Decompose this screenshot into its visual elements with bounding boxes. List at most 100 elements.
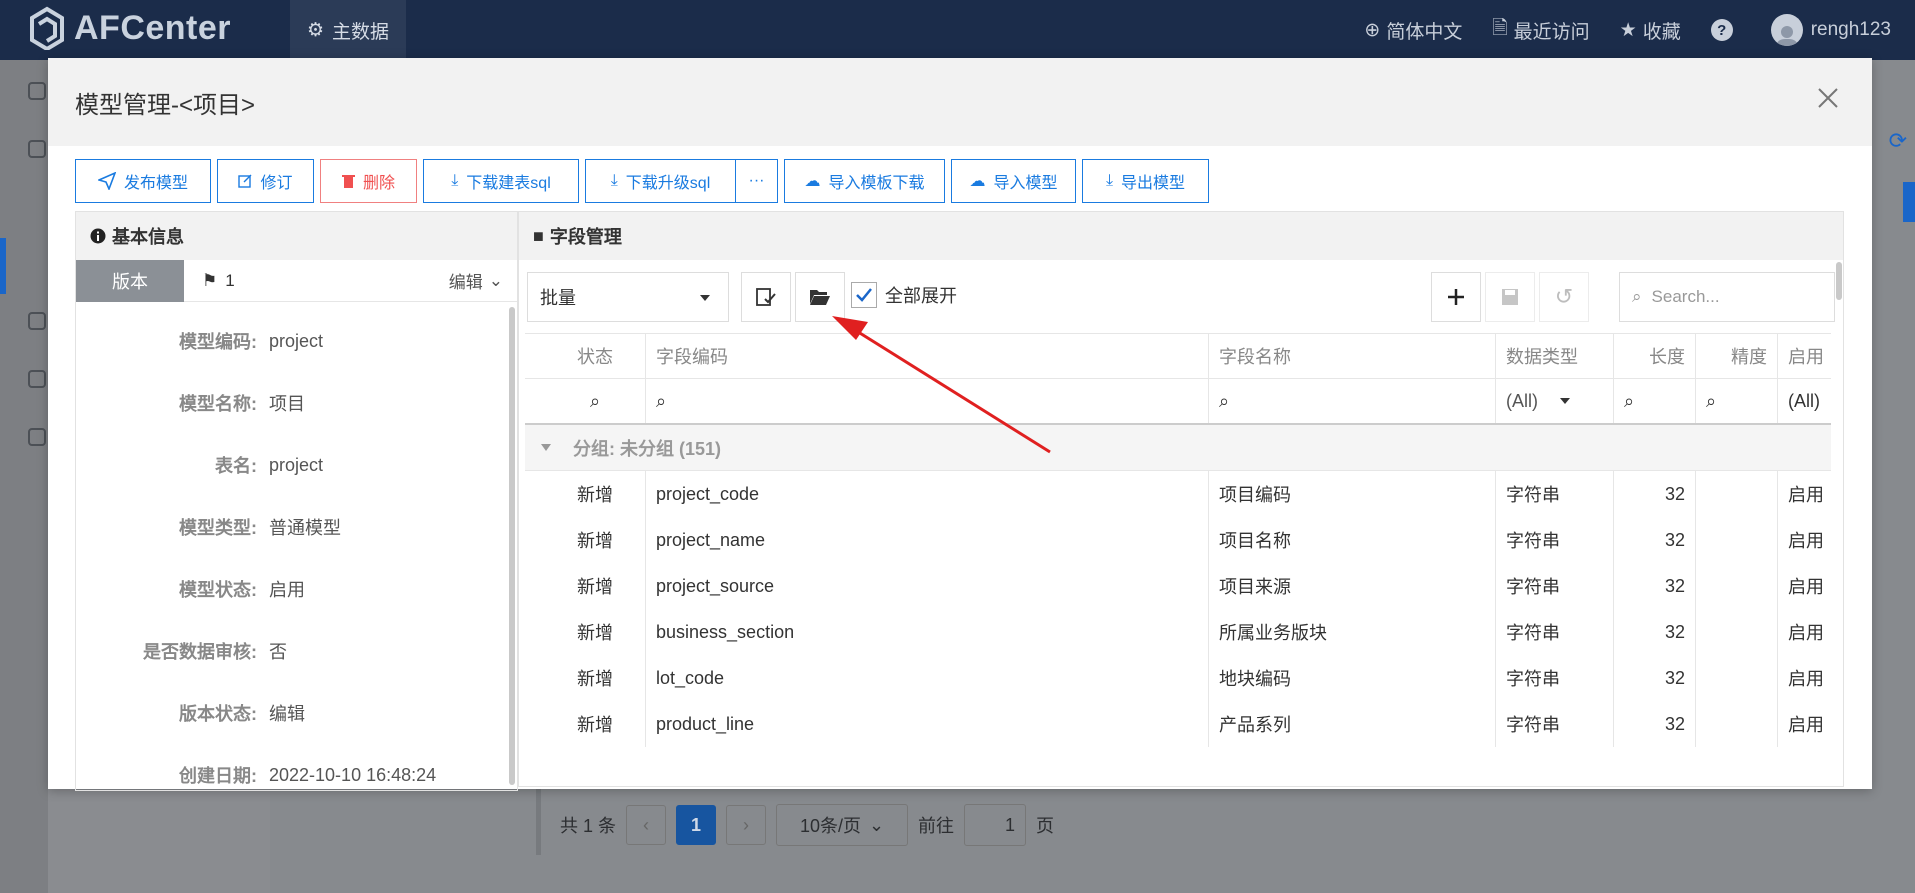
cell-enabled: 启用 bbox=[1788, 623, 1824, 643]
add-field-button[interactable] bbox=[1431, 272, 1481, 322]
cell-code: project_source bbox=[646, 563, 1209, 609]
table-row[interactable]: 新增 project_source 项目来源 字符串 32 启用 bbox=[525, 563, 1831, 609]
info-label: 是否数据审核: bbox=[143, 642, 257, 662]
filter-length[interactable]: ⌕ bbox=[1614, 379, 1696, 423]
export-model-button[interactable]: ⤓ 导出模型 bbox=[1082, 159, 1209, 203]
import-model-label: 导入模型 bbox=[993, 175, 1058, 192]
undo-button[interactable]: ↺ bbox=[1539, 272, 1589, 322]
cell-status: 新增 bbox=[525, 563, 646, 609]
revise-button[interactable]: 修订 bbox=[217, 159, 314, 203]
pager-current-page[interactable]: 1 bbox=[676, 805, 717, 845]
info-row: 是否数据审核: 否 bbox=[76, 620, 517, 682]
cloud-upload-icon: ☁ bbox=[969, 173, 986, 190]
collapse-triangle-icon[interactable] bbox=[541, 444, 551, 451]
refresh-icon[interactable]: ⟳ bbox=[1889, 128, 1907, 154]
database-icon bbox=[28, 140, 46, 158]
cloud-download-icon: ☁ bbox=[804, 173, 821, 190]
check-list-button[interactable] bbox=[741, 272, 791, 322]
open-folder-button[interactable] bbox=[795, 272, 845, 322]
download-create-sql-button[interactable]: ⤓ 下载建表sql bbox=[423, 159, 579, 203]
info-value: 项目 bbox=[269, 394, 305, 414]
batch-select[interactable]: 批量 bbox=[527, 272, 729, 322]
page-size-select[interactable]: 10条/页 ⌄ bbox=[776, 804, 909, 846]
chevron-down-icon: ⌄ bbox=[488, 270, 503, 290]
filter-enabled-select[interactable]: (All) bbox=[1778, 379, 1831, 423]
filter-precision[interactable]: ⌕ bbox=[1696, 379, 1778, 423]
goto-page-input[interactable]: 1 bbox=[964, 804, 1027, 846]
shield-icon bbox=[28, 312, 46, 330]
download-icon: ⤓ bbox=[1105, 172, 1114, 189]
field-management-panel: ■ 字段管理 批量 全部展开 ↺ ⌕ Search... 状态 字段编码 字段名… bbox=[518, 211, 1844, 787]
filter-type-select[interactable]: (All) bbox=[1496, 379, 1614, 423]
more-button[interactable]: ··· bbox=[736, 159, 778, 203]
table-row[interactable]: 新增 lot_code 地块编码 字符串 32 启用 bbox=[525, 655, 1831, 701]
table-row[interactable]: 新增 project_code 项目编码 字符串 32 启用 bbox=[525, 471, 1831, 517]
folder-open-icon bbox=[810, 290, 830, 305]
favorites-label: 收藏 bbox=[1642, 21, 1681, 43]
nav-tab-master-data[interactable]: ⚙ 主数据 bbox=[290, 0, 406, 60]
table-row[interactable]: 新增 project_name 项目名称 字符串 32 启用 bbox=[525, 517, 1831, 563]
publish-model-button[interactable]: 发布模型 bbox=[75, 159, 211, 203]
version-edit-dropdown[interactable]: 编辑 ⌄ bbox=[449, 268, 503, 293]
delete-button[interactable]: 删除 bbox=[320, 159, 417, 203]
help-icon[interactable]: ? bbox=[1710, 19, 1733, 41]
table-row[interactable]: 新增 business_section 所属业务版块 字符串 32 启用 bbox=[525, 609, 1831, 655]
left-scrollbar[interactable] bbox=[509, 307, 515, 785]
app-logo[interactable]: AFCenter bbox=[28, 6, 231, 50]
background-divider bbox=[536, 780, 541, 855]
save-button[interactable] bbox=[1485, 272, 1535, 322]
basic-info-header: 基本信息 bbox=[76, 212, 517, 260]
download-icon: ⤓ bbox=[610, 172, 618, 189]
background-pagination: 共 1 条 ‹ 1 › 10条/页 ⌄ 前往 1 页 bbox=[560, 800, 1054, 850]
column-header-name[interactable]: 字段名称 bbox=[1209, 334, 1496, 378]
version-tab[interactable]: 版本 bbox=[76, 259, 184, 302]
download-upgrade-sql-button[interactable]: ⤓ 下载升级sql bbox=[585, 159, 736, 203]
search-icon: ⌕ bbox=[1219, 390, 1230, 411]
username[interactable]: rengh123 bbox=[1811, 19, 1891, 41]
info-value: project bbox=[269, 454, 324, 475]
filter-code[interactable]: ⌕ bbox=[646, 379, 1209, 423]
filter-name[interactable]: ⌕ bbox=[1209, 379, 1496, 423]
column-header-length[interactable]: 长度 bbox=[1614, 334, 1696, 378]
info-label: 模型类型: bbox=[179, 518, 257, 538]
app-name: AFCenter bbox=[74, 8, 232, 47]
filter-type-value: (All) bbox=[1506, 390, 1538, 411]
pager-next-button[interactable]: › bbox=[726, 805, 767, 845]
recent-visits[interactable]: 🗎 最近访问 bbox=[1492, 14, 1589, 46]
sliders-icon: ⚙ bbox=[306, 19, 325, 41]
import-model-button[interactable]: ☁ 导入模型 bbox=[951, 159, 1076, 203]
pager-prev-button[interactable]: ‹ bbox=[626, 805, 667, 845]
right-scrollbar[interactable] bbox=[1836, 262, 1842, 300]
field-search-input[interactable]: ⌕ Search... bbox=[1619, 272, 1835, 322]
group-row[interactable]: 分组: 未分组 (151) bbox=[525, 425, 1831, 471]
field-toolbar: 批量 全部展开 ↺ ⌕ Search... bbox=[527, 272, 1835, 322]
language-switch[interactable]: ⊕ 简体中文 bbox=[1364, 17, 1462, 44]
column-header-code[interactable]: 字段编码 bbox=[646, 334, 1209, 378]
cell-precision bbox=[1696, 609, 1778, 655]
column-header-precision[interactable]: 精度 bbox=[1696, 334, 1778, 378]
cell-name: 地块编码 bbox=[1209, 655, 1496, 701]
table-row[interactable]: 新增 product_line 产品系列 字符串 32 启用 bbox=[525, 701, 1831, 747]
basic-info-fields: 模型编码: project 模型名称: 项目 表名: project 模型类型: 普通模… bbox=[76, 302, 517, 790]
dialog-header: 模型管理-<项目> bbox=[48, 58, 1872, 146]
chevron-down-icon: ⌄ bbox=[868, 814, 885, 835]
info-row: 模型编码: project bbox=[76, 310, 517, 372]
expand-all-checkbox[interactable]: 全部展开 bbox=[851, 282, 957, 308]
close-icon[interactable] bbox=[1816, 86, 1840, 110]
field-grid: 状态 字段编码 字段名称 数据类型 长度 精度 启用 ⌕ ⌕ ⌕ (All) ⌕… bbox=[525, 333, 1831, 747]
favorites[interactable]: ★ 收藏 bbox=[1620, 17, 1681, 44]
search-icon: ⌕ bbox=[1706, 390, 1717, 411]
import-template-download-button[interactable]: ☁ 导入模板下载 bbox=[784, 159, 945, 203]
filter-status[interactable]: ⌕ bbox=[525, 379, 646, 423]
search-icon: ⌕ bbox=[656, 390, 667, 411]
cell-code: product_line bbox=[646, 701, 1209, 747]
column-header-enabled[interactable]: 启用 bbox=[1778, 334, 1831, 378]
trash-icon bbox=[341, 175, 355, 188]
grid-header-row: 状态 字段编码 字段名称 数据类型 长度 精度 启用 bbox=[525, 333, 1831, 379]
export-model-label: 导出模型 bbox=[1121, 175, 1186, 192]
cell-name: 项目编码 bbox=[1209, 471, 1496, 517]
cell-precision bbox=[1696, 517, 1778, 563]
column-header-status[interactable]: 状态 bbox=[525, 334, 646, 378]
avatar[interactable] bbox=[1770, 14, 1803, 46]
column-header-type[interactable]: 数据类型 bbox=[1496, 334, 1614, 378]
